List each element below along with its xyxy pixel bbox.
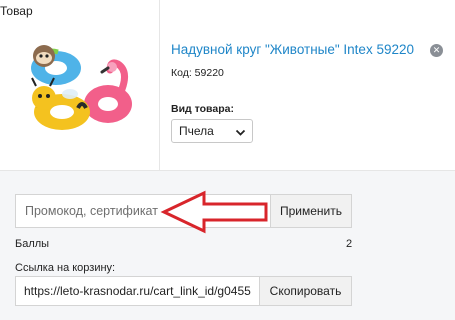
cart-link-value: https://leto-krasnodar.ru/cart_link_id/g… (24, 284, 251, 298)
column-header-product: Товар (0, 4, 33, 18)
table-header: Товар (0, 0, 455, 29)
cart-link-field[interactable]: https://leto-krasnodar.ru/cart_link_id/g… (15, 276, 259, 306)
close-circle-icon[interactable]: ✕ (430, 44, 443, 57)
column-divider (159, 0, 160, 28)
variant-select[interactable]: Пчела (171, 119, 253, 143)
points-value: 2 (346, 238, 353, 250)
chevron-down-icon (235, 125, 246, 143)
cart-product-row: Надувной круг "Животные" Intex 59220 ✕ К… (0, 28, 455, 171)
apply-promo-button[interactable]: Применить (270, 194, 352, 228)
copy-link-button[interactable]: Скопировать (259, 276, 352, 306)
product-code: Код: 59220 (171, 67, 224, 79)
column-divider (159, 28, 160, 170)
variant-label: Вид товара: (171, 103, 234, 115)
product-image[interactable] (24, 38, 136, 134)
cart-link-label: Ссылка на корзину: (15, 262, 116, 274)
points-label: Баллы (15, 238, 50, 250)
product-title-link[interactable]: Надувной круг "Животные" Intex 59220 (171, 42, 414, 57)
promo-code-placeholder: Промокод, сертификат (25, 204, 158, 218)
variant-selected-value: Пчела (179, 124, 214, 138)
red-arrow-annotation (160, 190, 268, 234)
